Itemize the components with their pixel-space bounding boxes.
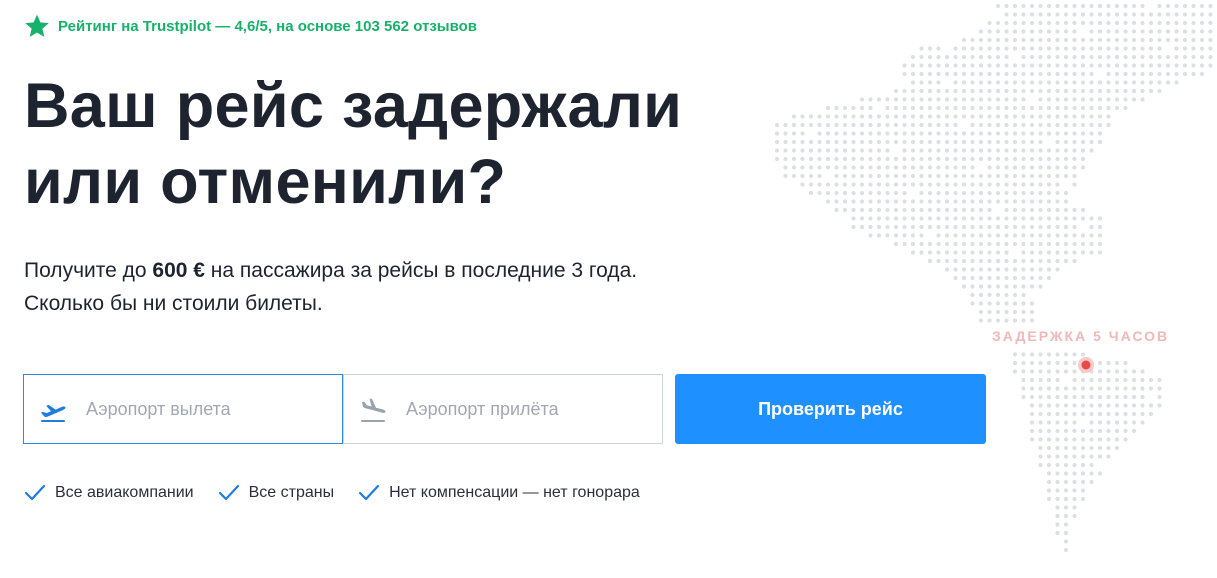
feature-item-no-fee: Нет компенсации — нет гонорара (358, 483, 640, 503)
delay-label: ЗАДЕРЖКА 5 ЧАСОВ (992, 328, 1170, 344)
feature-label: Нет компенсации — нет гонорара (389, 484, 640, 501)
feature-item-countries: Все страны (218, 483, 334, 503)
departure-airport-input[interactable] (84, 397, 342, 421)
arrival-airport-field[interactable] (343, 374, 663, 444)
feature-label: Все страны (248, 484, 335, 501)
title-line-1: Ваш рейс задержали (24, 71, 683, 141)
feature-item-airlines: Все авиакомпании (24, 483, 194, 503)
page-subtitle: Получите до 600 € на пассажира за рейсы … (24, 254, 637, 320)
star-icon (25, 14, 49, 37)
delay-marker-dot (1081, 360, 1091, 370)
trustpilot-rating[interactable]: Рейтинг на Trustpilot — 4,6/5, на основе… (24, 13, 477, 39)
features-list: Все авиакомпании Все страны Нет компенса… (24, 483, 664, 503)
rating-text: Рейтинг на Trustpilot — 4,6/5, на основе… (58, 17, 477, 35)
checkmark-icon (218, 484, 239, 501)
world-map-background (774, 3, 1213, 553)
subtitle-line-2: Сколько бы ни стоили билеты. (24, 292, 323, 315)
subtitle-text-before: Получите до (24, 259, 153, 282)
arrival-airport-input[interactable] (404, 397, 662, 421)
feature-label: Все авиакомпании (55, 484, 194, 501)
departure-airport-field[interactable] (23, 374, 343, 444)
plane-landing-icon (361, 398, 386, 422)
compensation-amount: 600 € (152, 259, 205, 282)
checkmark-icon (24, 484, 46, 501)
check-flight-button[interactable]: Проверить рейс (675, 374, 986, 444)
checkmark-icon (358, 484, 380, 501)
page-title: Ваш рейс задержали или отменили? (24, 68, 682, 220)
subtitle-text-after: на пассажира за рейсы в последние 3 года… (204, 259, 638, 282)
title-line-2: или отменили? (24, 147, 507, 217)
subtitle-line-1: Получите до 600 € на пассажира за рейсы … (24, 254, 637, 287)
plane-takeoff-icon (41, 404, 66, 422)
